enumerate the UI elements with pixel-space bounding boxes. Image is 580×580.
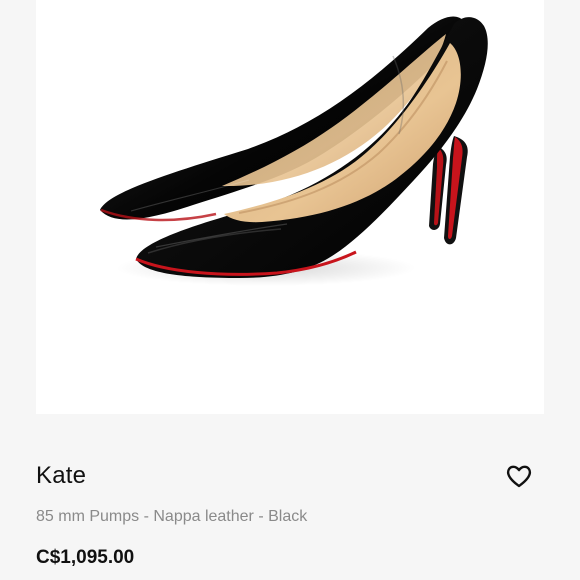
product-card-page: Kate 85 mm Pumps - Nappa leather - Black…	[0, 0, 580, 580]
product-title: Kate	[36, 462, 87, 489]
wishlist-button[interactable]	[506, 464, 532, 488]
product-info: Kate 85 mm Pumps - Nappa leather - Black…	[36, 456, 544, 580]
product-price: C$1,095.00	[36, 547, 135, 568]
product-description: 85 mm Pumps - Nappa leather - Black	[36, 508, 308, 525]
product-image[interactable]	[36, 0, 544, 414]
heart-outline-icon	[506, 465, 532, 488]
product-image-card[interactable]	[36, 0, 544, 414]
